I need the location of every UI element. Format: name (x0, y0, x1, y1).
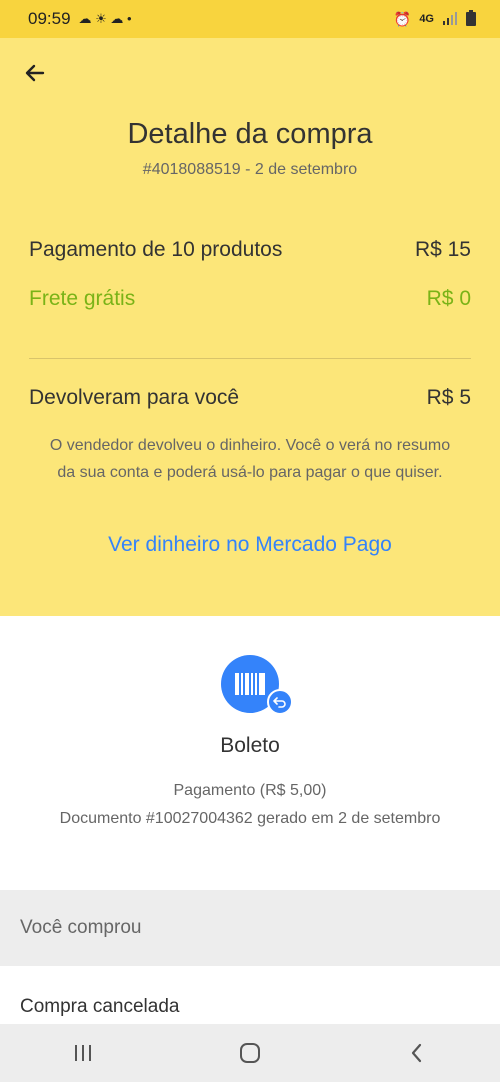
divider (29, 358, 471, 359)
battery-icon (466, 9, 476, 29)
products-value: R$ 15 (414, 238, 471, 261)
status-time: 09:59 (28, 9, 71, 28)
payment-document: Documento #10027004362 gerado em 2 de se… (59, 810, 441, 827)
refund-value: R$ 5 (426, 386, 471, 409)
system-back-button[interactable] (387, 1033, 447, 1073)
signal-icon (442, 11, 458, 28)
shipping-value: R$ 0 (426, 287, 471, 310)
home-icon (239, 1043, 260, 1063)
home-button[interactable] (220, 1033, 280, 1073)
order-subtitle: #4018088519 - 2 de setembro (142, 161, 358, 178)
refund-label: Devolveram para você (29, 386, 240, 409)
shipping-label: Frete grátis (29, 287, 136, 310)
purchase-status: Compra cancelada (20, 996, 180, 1017)
barcode-icon (235, 673, 265, 695)
recent-apps-button[interactable] (53, 1033, 113, 1073)
payment-method-label: Boleto (220, 734, 280, 757)
products-row: Pagamento de 10 produtos R$ 15 (29, 238, 471, 262)
chevron-left-icon (411, 1043, 421, 1063)
refund-arrow-icon (273, 697, 286, 708)
shipping-row: Frete grátis R$ 0 (29, 287, 471, 311)
mercado-pago-link[interactable]: Ver dinheiro no Mercado Pago (0, 533, 500, 557)
refund-row: Devolveram para você R$ 5 (29, 386, 471, 410)
products-label: Pagamento de 10 produtos (29, 238, 283, 261)
recent-apps-icon (75, 1045, 92, 1061)
back-button[interactable] (20, 58, 50, 88)
alarm-icon: ⏰ (393, 10, 412, 27)
payment-amount: Pagamento (R$ 5,00) (173, 782, 327, 799)
page-title: Detalhe da compra (127, 118, 373, 150)
refund-note: O vendedor devolveu o dinheiro. Você o v… (49, 437, 451, 481)
notification-icons: ☁ ☀ ☁ • (78, 11, 132, 26)
you-bought-label: Você comprou (20, 917, 142, 938)
network-label: 4G (419, 13, 434, 25)
arrow-left-icon (25, 64, 45, 82)
status-bar: 09:59 ☁ ☀ ☁ • ⏰ 4G (0, 0, 500, 38)
refund-badge (267, 689, 293, 715)
system-nav-bar (0, 1024, 500, 1082)
you-bought-header: Você comprou (0, 890, 500, 966)
